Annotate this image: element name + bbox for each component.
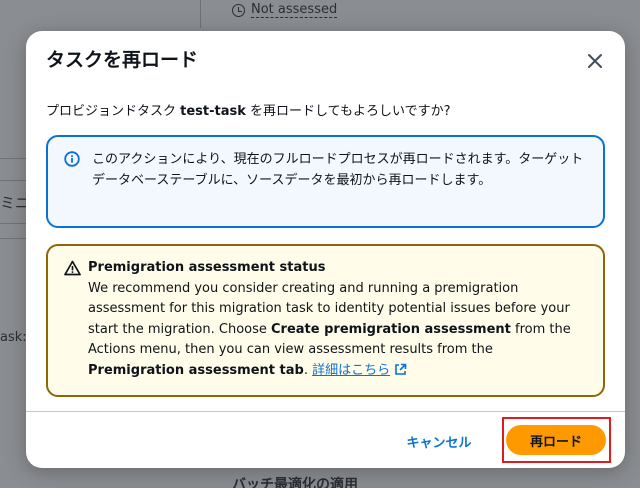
info-alert: このアクションにより、現在のフルロードプロセスが再ロードされます。ターゲットデー… (46, 135, 605, 228)
warning-alert: Premigration assessment status We recomm… (46, 244, 605, 397)
footer-divider (26, 411, 625, 412)
background-divider (0, 238, 28, 239)
question-prefix: プロビジョンドタスク (46, 104, 181, 119)
task-name: test-task (180, 104, 246, 119)
cancel-button[interactable]: キャンセル (398, 427, 480, 455)
question-suffix: を再ロードしてもよろしいですか? (245, 104, 451, 119)
confirmation-question: プロビジョンドタスク test-task を再ロードしてもよろしいですか? (46, 103, 451, 121)
info-alert-text: このアクションにより、現在のフルロードプロセスが再ロードされます。ターゲットデー… (92, 152, 584, 188)
warning-emphasis: Premigration assessment tab (88, 362, 304, 378)
dialog-title: タスクを再ロード (46, 49, 199, 71)
background-section-heading: バッチ最適化の適用 (232, 477, 358, 488)
assessment-status: Not assessed (232, 0, 338, 20)
dialog-header: タスクを再ロード (46, 45, 609, 79)
reload-task-dialog: タスクを再ロード プロビジョンドタスク test-task を再ロードしてもよろ… (26, 31, 625, 468)
background-divider (0, 158, 28, 159)
learn-more-link[interactable]: 詳細はこちら (312, 363, 407, 378)
background-divider (200, 0, 201, 28)
warning-body: We recommend you consider creating and r… (88, 279, 589, 382)
learn-more-label: 詳細はこちら (312, 362, 391, 378)
reload-button[interactable]: 再ロード (506, 425, 606, 455)
warning-title: Premigration assessment status (88, 260, 326, 275)
warning-emphasis: Create premigration assessment (271, 321, 511, 337)
close-icon (588, 54, 602, 68)
assessment-status-label: Not assessed (251, 1, 338, 18)
info-icon (64, 151, 80, 167)
external-link-icon (395, 363, 407, 375)
close-button[interactable] (583, 49, 607, 73)
warning-icon (64, 260, 81, 276)
warning-text: . (303, 362, 313, 378)
clock-icon (232, 3, 245, 17)
